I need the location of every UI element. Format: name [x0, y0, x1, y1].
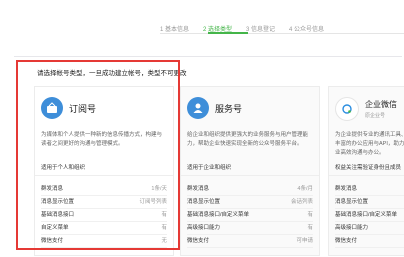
card-audience: 适用于企业和组织: [187, 165, 232, 171]
feature-table: 群发消息 4条/月 消息显示位置 会话列表 基础消息接口/自定义菜单有 高级接口能力…: [187, 183, 313, 248]
feature-row: 基础消息接口有: [41, 209, 167, 222]
feature-row: 微信支付: [335, 235, 404, 248]
fuwu-logo-icon: [187, 97, 209, 119]
feature-row: 微信支付无: [41, 235, 167, 248]
feature-table: 群发消息 1条/天 消息显示位置 订阅号列表 基础消息接口有 自定义菜单有 微信支付…: [41, 183, 167, 248]
qiye-logo-icon: [335, 97, 359, 121]
account-type-card-qiye[interactable]: 企业微信 原企业号 为企业提供专业的通讯工具、丰富的办公应用与API，助力企业高…: [328, 86, 404, 256]
feature-row: 群发消息 4条/月: [187, 183, 313, 196]
card-description: 为媒体和个人提供一种新的信息传播方式，构建与读者之间更好的沟通与管理模式。: [41, 132, 163, 147]
feature-row: 消息显示位置: [335, 196, 404, 209]
feature-table: 群发消息 消息显示位置 基础消息接口/自定义菜单 高级接口能力 微信支付: [335, 183, 404, 248]
feature-row: 基础消息接口/自定义菜单有: [187, 209, 313, 222]
feature-row: 基础消息接口/自定义菜单: [335, 209, 404, 222]
feature-row: 群发消息 1条/天: [41, 183, 167, 196]
card-title: 企业微信: [365, 100, 397, 109]
step-indicator: 1 基本信息 2 选择类型 3 信息登记 4 公众号信息: [160, 24, 400, 33]
feature-row: 高级接口能力: [335, 222, 404, 235]
feature-row: 高级接口能力有: [187, 222, 313, 235]
feature-row: 微信支付 可申请: [187, 235, 313, 248]
card-description: 为企业提供专业的通讯工具、丰富的办公应用与API，助力企业高效沟通与办公。: [335, 132, 404, 156]
card-audience: 适用于个人和组织: [41, 165, 86, 171]
feature-row: 消息显示位置 订阅号列表: [41, 196, 167, 209]
card-description: 给企业和组织提供更强大的业务服务与用户管理能力，帮助企业快速实现全新的公众号服务…: [187, 132, 309, 147]
dingyue-logo-icon: [41, 97, 63, 119]
step-4: 4 公众号信息: [289, 27, 325, 33]
instruction-text: 请选择帐号类型，一旦成功建立帐号，类型不可更改: [37, 70, 187, 77]
account-type-card-dingyue[interactable]: 订阅号 为媒体和个人提供一种新的信息传播方式，构建与读者之间更好的沟通与管理模式…: [34, 86, 174, 256]
account-type-card-fuwu[interactable]: 服务号 给企业和组织提供更强大的业务服务与用户管理能力，帮助企业快速实现全新的公…: [180, 86, 320, 256]
feature-row: 消息显示位置 会话列表: [187, 196, 313, 209]
feature-row: 自定义菜单有: [41, 222, 167, 235]
step-progress-line: [160, 32, 404, 34]
card-subtitle: 原企业号: [365, 113, 386, 119]
step-3: 3 信息登记: [246, 27, 276, 33]
card-title: 订阅号: [69, 103, 97, 114]
step-1: 1 基本信息: [160, 27, 190, 33]
card-title: 服务号: [215, 103, 243, 114]
card-audience: 权益关注需验证身份且成员: [335, 165, 402, 171]
feature-row: 群发消息: [335, 183, 404, 196]
